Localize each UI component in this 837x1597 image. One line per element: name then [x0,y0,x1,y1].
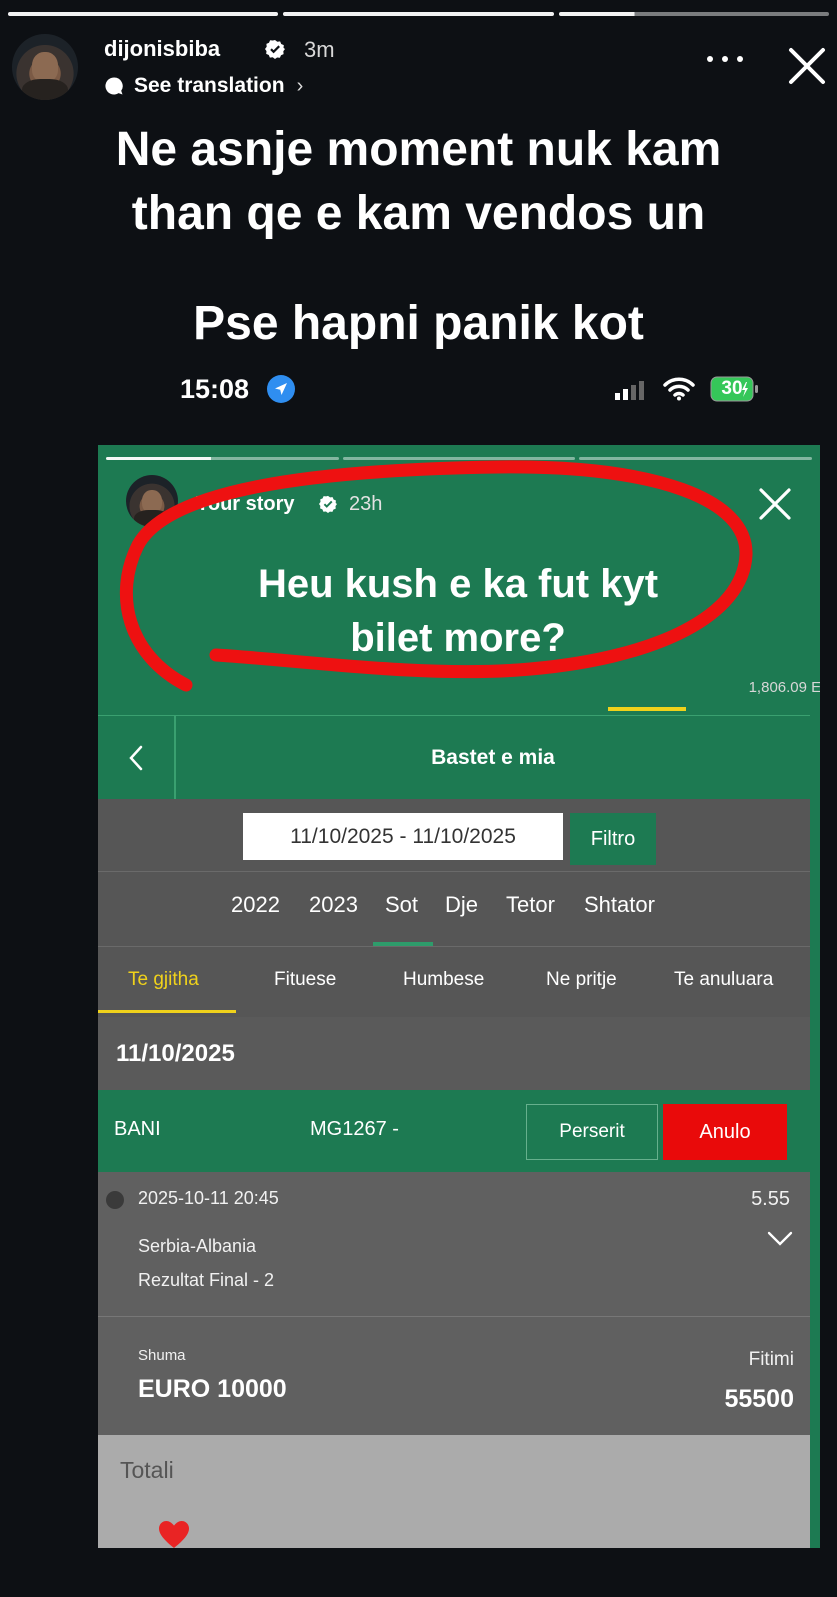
heart-icon [159,1521,189,1548]
story-header: dijonisbiba 3m See translation › [12,32,827,108]
win-value: 55500 [724,1385,794,1413]
period-september: Shtator [584,892,655,917]
inner-story-progress [106,457,813,460]
cancel-bet-button: Anulo [663,1104,787,1160]
event-match: Serbia-Albania [138,1236,257,1256]
verified-badge-icon [265,40,285,59]
event-market: Rezultat Final - 2 [138,1270,275,1290]
filter-button: Filtro [570,813,656,865]
inner-avatar [126,475,178,527]
story-caption-line: than qe e kam vendos un [131,187,706,240]
event-datetime: 2025-10-11 20:45 [138,1188,279,1208]
stake-label: Shuma [138,1347,186,1364]
tab-pending: Ne pritje [546,969,617,990]
period-active-indicator [373,942,433,946]
progress-segment [8,12,279,16]
location-icon [267,375,295,403]
story-caption: Ne asnje moment nuk kam than qe e kam ve… [0,118,837,246]
signal-icon [615,381,644,400]
total-section: Totali [98,1435,810,1548]
chevron-down-icon [767,1231,793,1246]
stake-value: EURO 10000 [138,1375,287,1403]
chevron-left-icon [129,745,143,771]
inner-caption-line: bilet more? [350,616,566,660]
close-icon[interactable] [787,46,827,86]
tab-won: Fituese [274,969,337,990]
story-caption-line: Pse hapni panik kot [193,297,644,350]
more-options-icon[interactable] [707,52,743,66]
speech-bubble-icon [105,77,123,95]
inner-story-header: Your story 23h Heu kush e ka fut kyt bil… [98,445,820,715]
username[interactable]: dijonisbiba [104,36,220,62]
period-today: Sot [385,892,419,917]
inner-story-time: 23h [349,493,383,515]
close-icon [759,488,791,520]
ticket-code: MG1267 - [310,1118,399,1140]
verified-badge-icon [319,495,337,513]
see-translation-label: See translation [134,74,285,97]
status-time: 15:08 [180,374,250,404]
wifi-icon [663,377,695,401]
ticket-type: BANI [114,1118,161,1140]
page-title: Bastet e mia [431,746,555,769]
account-balance: 1,806.09 EU [748,679,820,696]
menu-indicator [608,707,686,711]
date-filter-bar: Filtro [98,799,810,871]
back-button [98,716,176,800]
see-translation-link[interactable]: See translation › [104,74,303,98]
status-bar: 15:08 30 [180,372,758,408]
inner-caption-line: Heu kush e ka fut kyt [257,562,659,606]
bet-status-tabs: Te gjitha Fituese Humbese Ne pritje Te a… [98,947,810,1017]
period-october: Tetor [506,892,555,917]
date-heading: 11/10/2025 [116,1040,235,1067]
bet-event: 2025-10-11 20:45 5.55 Serbia-Albania Rez… [98,1172,810,1317]
date-range-input [243,813,563,860]
tab-lost: Humbese [403,969,485,990]
battery-percentage: 30 [721,378,743,399]
avatar[interactable] [12,34,78,100]
story-progress [8,12,829,17]
period-yesterday: Dje [445,892,479,917]
chevron-right-icon: › [296,74,304,97]
status-dot-icon [106,1191,124,1209]
period-2022: 2022 [231,892,280,917]
story-caption-line: Ne asnje moment nuk kam [115,123,722,176]
shared-screenshot: Your story 23h Heu kush e ka fut kyt bil… [98,445,820,1548]
stake-summary: Shuma EURO 10000 Fitimi 55500 [98,1317,810,1435]
tab-all: Te gjitha [128,969,199,990]
period-2023: 2023 [309,892,358,917]
repeat-bet-button: Perserit [526,1104,658,1160]
inner-username: Your story [196,493,295,515]
period-selector: 2022 2023 Sot Dje Tetor Shtator [98,871,810,947]
progress-segment-current [558,12,829,16]
total-label: Totali [120,1457,174,1483]
ticket-header: BANI MG1267 - Perserit Anulo [98,1090,810,1172]
tab-cancelled: Te anuluara [674,969,774,990]
event-odds: 5.55 [751,1188,790,1210]
story-time: 3m [304,37,335,62]
tab-active-indicator [98,1010,236,1013]
app-bar: Bastet e mia [98,715,810,800]
win-label: Fitimi [748,1349,794,1370]
progress-segment [283,12,554,16]
screenshot-edge [810,715,820,1548]
